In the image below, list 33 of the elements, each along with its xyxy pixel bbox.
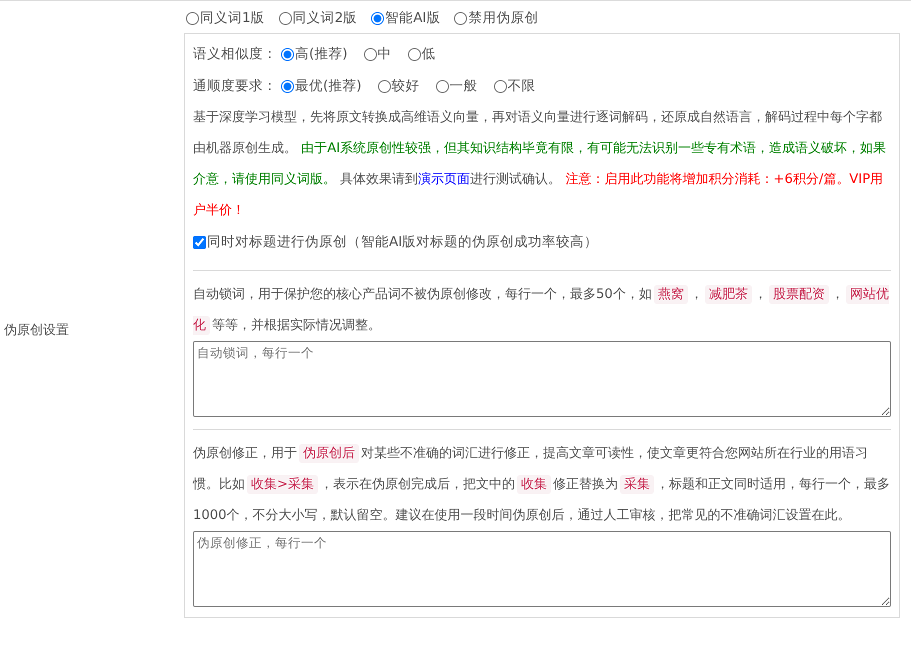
radio-button[interactable] (371, 12, 384, 24)
radio-button[interactable] (494, 80, 507, 92)
radio-button[interactable] (281, 80, 294, 92)
radio-button[interactable] (436, 80, 449, 92)
option-label: 中 (378, 45, 392, 63)
demo-page-link[interactable]: 演示页面 (418, 172, 470, 187)
option-label: 不限 (508, 77, 536, 95)
option-label: 较好 (392, 77, 420, 95)
lock-words-help-text: 自动锁词，用于保护您的核心产品词不被伪原创修改，每行一个，最多50个，如 燕窝 ， 减肥茶 ， 股票配资 ， 网站优化 等等，并根据实际情况调整。 (193, 284, 890, 337)
option-label: 最优(推荐) (295, 77, 362, 95)
option-label: 高(推荐) (295, 45, 348, 63)
radio-button[interactable] (281, 48, 294, 60)
option-label: 同义词2版 (292, 9, 358, 27)
correction-field[interactable]: 伪原创修正，每行一个 (193, 531, 891, 607)
field-label: 语义相似度： (193, 45, 277, 63)
lock-words-field[interactable]: 自动锁词，每行一个 (193, 341, 891, 417)
title-checkbox[interactable] (193, 236, 206, 248)
radio-button[interactable] (378, 80, 391, 92)
option-label: 同义词1版 (200, 9, 265, 27)
radio-button[interactable] (278, 12, 292, 24)
radio-button[interactable] (186, 12, 199, 24)
radio-button[interactable] (364, 48, 377, 60)
checkbox-label: 同时对标题进行伪原创（智能AI版对标题的伪原创成功率较高） (207, 233, 598, 251)
radio-button[interactable] (408, 48, 421, 60)
description-text: 基于深度学习模型，先将原文转换成高维语义向量，再对语义向量进行逐词解码，还原成自然语言，解码过程中每个字都由机器原创生成。 由于AI系统原创性较强，但其知识结构毕竟有限，有可能无法识别一些专有术语，造成语义破坏，如果介意，请使用同义词版。 具体效果请到演示页面进行测试确认。 注意：启用此功能将增加积分消耗：+6积分/篇。VIP用户半价！ (193, 109, 888, 220)
correction-help-text: 伪原创修正，用于 伪原创后 对某些不准确的词汇进行修正，提高文章可读性，使文章更符合您网站所在行业的用语习惯。比如 收集>采集 ，表示在伪原创完成后，把文中的 收集 修正替换为 采集 ，标题和正文同时适用，每行一个，最多1000个，不分大小写，默认留空。建议在使用一段时间伪原创后，通过人工审核，把常见的不准确词汇设置在此。 (193, 443, 891, 525)
field-label: 通顺度要求： (193, 77, 277, 95)
option-label: 一般 (450, 77, 478, 95)
section-label: 伪原创设置 (4, 323, 69, 338)
option-label: 低 (422, 45, 436, 63)
radio-button[interactable] (454, 12, 468, 24)
option-label: 禁用伪原创 (468, 9, 538, 27)
option-label: 智能AI版 (385, 9, 440, 27)
